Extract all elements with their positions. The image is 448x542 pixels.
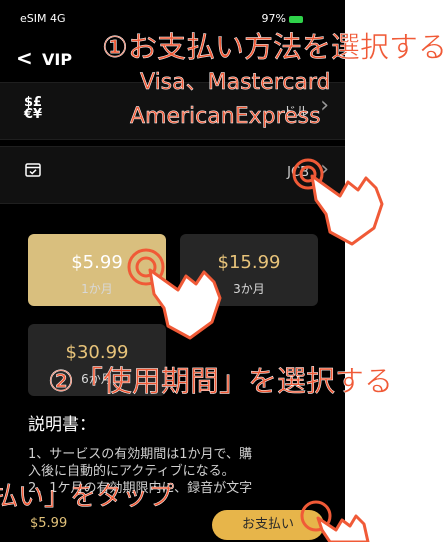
- annotation-step-1: ①お支払い方法を選択する: [102, 30, 448, 65]
- tap-circles: [127, 158, 332, 532]
- annotation-step-2: ②「使用期間」を選択する: [48, 364, 394, 399]
- hand-icon-payment: [310, 174, 384, 246]
- hand-icon-plan: [148, 268, 222, 340]
- annotation-step-3: 払い」をタップ: [0, 482, 175, 513]
- hand-icon-pay: [316, 514, 370, 542]
- annotation-amex: AmericanExpress: [130, 104, 321, 130]
- annotation-card-brands: Visa、Mastercard: [140, 70, 331, 96]
